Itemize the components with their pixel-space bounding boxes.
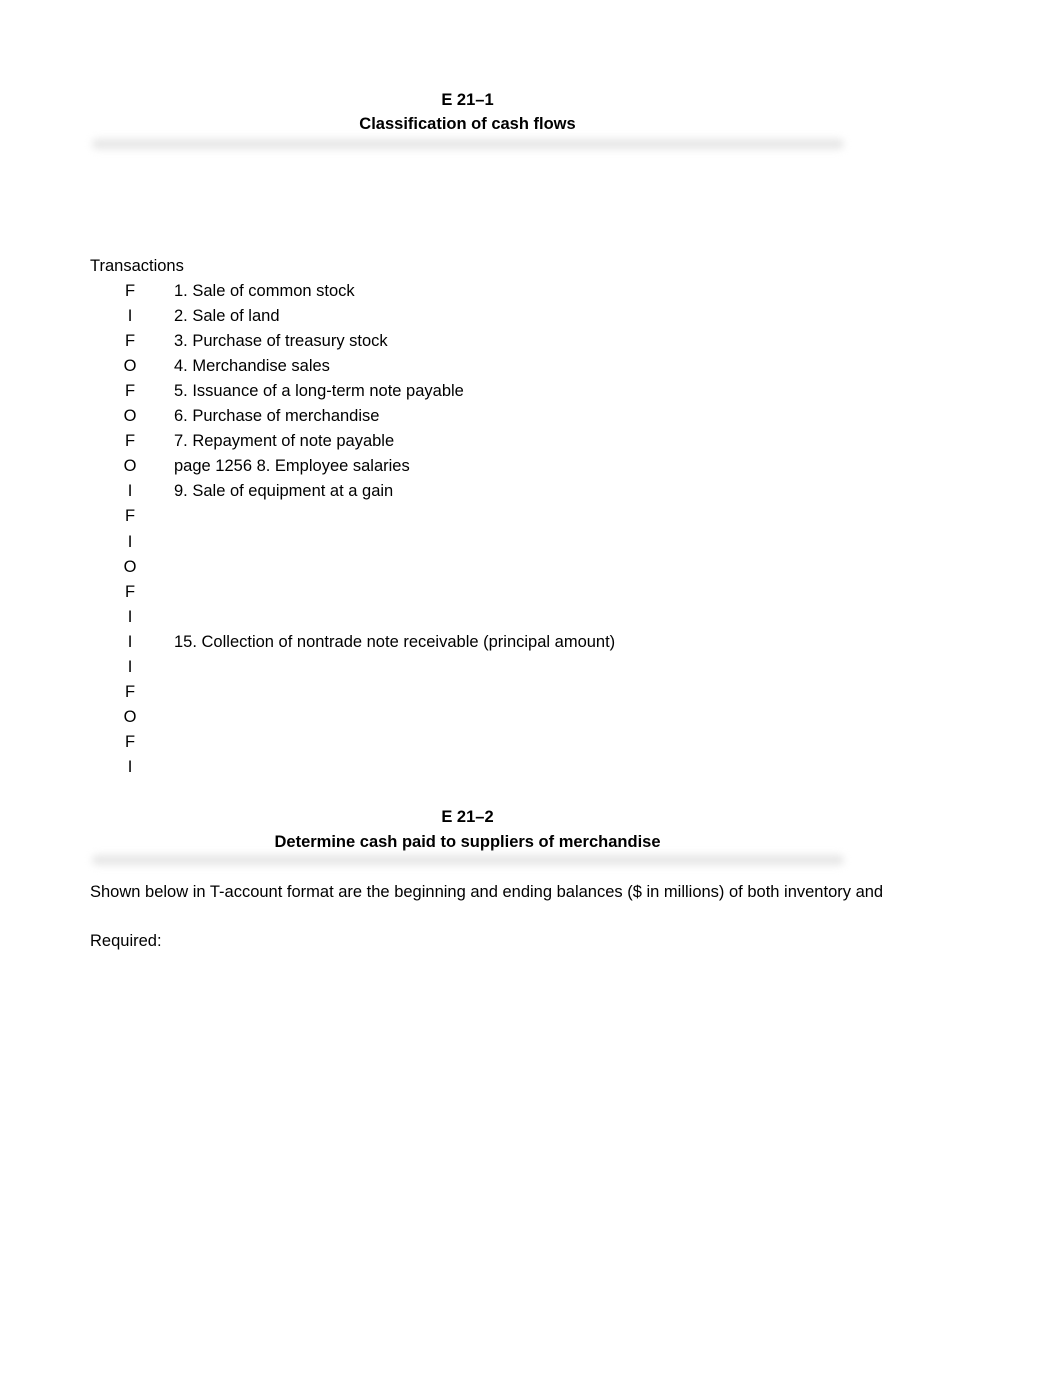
classification-code: I bbox=[127, 482, 133, 501]
exercise-body-text: Shown below in T-account format are the … bbox=[90, 883, 884, 901]
transaction-description: 5. Issuance of a long-term note payable bbox=[174, 382, 464, 401]
transactions-heading: Transactions bbox=[90, 257, 184, 275]
transaction-description: 3. Purchase of treasury stock bbox=[174, 332, 388, 351]
exercise-title-e21-2: Determine cash paid to suppliers of merc… bbox=[274, 833, 661, 851]
classification-code: F bbox=[124, 382, 136, 401]
classification-code: I bbox=[127, 307, 133, 326]
classification-code: I bbox=[127, 757, 133, 776]
classification-code: I bbox=[127, 532, 133, 551]
classification-code: O bbox=[123, 357, 137, 376]
required-label: Required: bbox=[90, 932, 162, 950]
classification-code: F bbox=[124, 432, 136, 451]
classification-code: F bbox=[124, 582, 136, 601]
transaction-description: page 1256 8. Employee salaries bbox=[174, 457, 410, 476]
exercise-id-e21-2: E 21–2 bbox=[441, 808, 494, 826]
classification-code: I bbox=[127, 657, 133, 676]
transaction-description: 1. Sale of common stock bbox=[174, 282, 355, 300]
header-divider bbox=[92, 855, 844, 865]
classification-code: F bbox=[124, 507, 136, 526]
classification-code: F bbox=[124, 732, 136, 751]
transaction-description: 7. Repayment of note payable bbox=[174, 432, 395, 451]
transaction-description: 4. Merchandise sales bbox=[174, 357, 330, 376]
classification-code: F bbox=[124, 682, 136, 701]
transaction-description: 6. Purchase of merchandise bbox=[174, 407, 380, 426]
exercise-id-e21-1: E 21–1 bbox=[441, 91, 494, 109]
classification-code: I bbox=[127, 632, 133, 651]
header-divider bbox=[92, 139, 844, 149]
classification-code: F bbox=[124, 282, 136, 300]
classification-code: I bbox=[127, 607, 133, 626]
classification-code: O bbox=[123, 557, 137, 576]
classification-code: O bbox=[123, 707, 137, 726]
transaction-description: 15. Collection of nontrade note receivab… bbox=[174, 632, 616, 651]
transaction-description: 9. Sale of equipment at a gain bbox=[174, 482, 394, 501]
classification-code: O bbox=[123, 457, 137, 476]
classification-code: F bbox=[124, 332, 136, 351]
transaction-description: 2. Sale of land bbox=[174, 307, 280, 326]
exercise-title-e21-1: Classification of cash flows bbox=[359, 115, 576, 133]
classification-code: O bbox=[123, 407, 137, 426]
